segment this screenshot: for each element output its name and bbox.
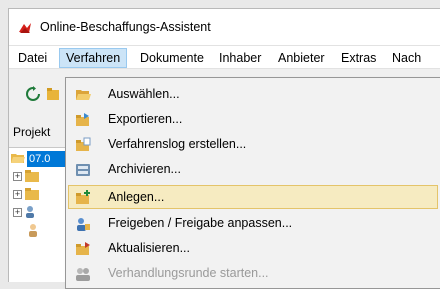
- menu-item-label: Archivieren...: [108, 162, 181, 176]
- folder-icon[interactable]: [47, 87, 59, 101]
- folder-icon: [25, 170, 39, 182]
- project-bar: Projekt: [9, 119, 65, 147]
- expand-icon[interactable]: +: [13, 190, 22, 199]
- users-icon: [26, 206, 34, 218]
- title-bar: Online-Beschaffungs-Assistent: [9, 9, 440, 45]
- tree-row[interactable]: +: [11, 186, 65, 204]
- expand-icon[interactable]: +: [13, 172, 22, 181]
- open-folder-icon: [76, 90, 91, 100]
- app-window: Online-Beschaffungs-Assistent Datei Verf…: [8, 8, 440, 289]
- folder-icon: [25, 188, 39, 200]
- menu-item-label: Verfahrenslog erstellen...: [108, 137, 247, 151]
- verfahren-menu: Auswählen... Exportieren... Verfahrenslo…: [65, 77, 440, 289]
- menu-datei[interactable]: Datei: [11, 48, 54, 68]
- menu-item-verhandlungsrunde[interactable]: Verhandlungsrunde starten...: [68, 261, 438, 285]
- log-folder-icon: [76, 137, 91, 151]
- menu-bar: Datei Verfahren Dokumente Inhaber Anbiet…: [9, 45, 440, 69]
- new-folder-icon: [76, 190, 90, 204]
- project-label: Projekt: [13, 125, 51, 139]
- menu-nach[interactable]: Nach: [385, 48, 428, 68]
- menu-item-archivieren[interactable]: Archivieren...: [68, 157, 438, 181]
- menu-item-label: Anlegen...: [108, 190, 165, 204]
- update-icon: [76, 242, 90, 255]
- menu-item-label: Verhandlungsrunde starten...: [108, 266, 269, 280]
- menu-anbieter[interactable]: Anbieter: [271, 48, 332, 68]
- tree-row[interactable]: [11, 222, 65, 240]
- menu-item-verfahrenslog[interactable]: Verfahrenslog erstellen...: [68, 132, 438, 156]
- menu-item-exportieren[interactable]: Exportieren...: [68, 107, 438, 131]
- menu-item-freigeben[interactable]: Freigeben / Freigabe anpassen...: [68, 211, 438, 235]
- menu-inhaber[interactable]: Inhaber: [212, 48, 268, 68]
- project-tree[interactable]: 07.0 + + +: [9, 147, 67, 282]
- menu-item-label: Exportieren...: [108, 112, 183, 126]
- menu-item-label: Aktualisieren...: [108, 241, 190, 255]
- negotiation-icon: [76, 268, 90, 281]
- archive-icon: [76, 164, 90, 176]
- menu-item-label: Freigeben / Freigabe anpassen...: [108, 216, 293, 230]
- menu-extras[interactable]: Extras: [334, 48, 383, 68]
- window-title: Online-Beschaffungs-Assistent: [40, 20, 211, 34]
- menu-item-label: Auswählen...: [108, 87, 180, 101]
- menu-item-anlegen[interactable]: Anlegen...: [68, 185, 438, 209]
- open-folder-icon: [11, 154, 25, 163]
- menu-item-aktualisieren[interactable]: Aktualisieren...: [68, 236, 438, 260]
- menu-dokumente[interactable]: Dokumente: [133, 48, 211, 68]
- menu-verfahren[interactable]: Verfahren: [59, 48, 128, 68]
- menu-item-auswaehlen[interactable]: Auswählen...: [68, 82, 438, 106]
- tree-row[interactable]: +: [11, 168, 65, 186]
- expand-icon[interactable]: +: [13, 208, 22, 217]
- refresh-icon[interactable]: [25, 86, 41, 102]
- tree-row[interactable]: +: [11, 204, 65, 222]
- person-icon: [29, 224, 37, 237]
- tree-selected-label: 07.0: [27, 151, 67, 167]
- app-logo-icon: [19, 23, 31, 33]
- share-icon: [77, 218, 90, 231]
- export-folder-icon: [76, 113, 89, 126]
